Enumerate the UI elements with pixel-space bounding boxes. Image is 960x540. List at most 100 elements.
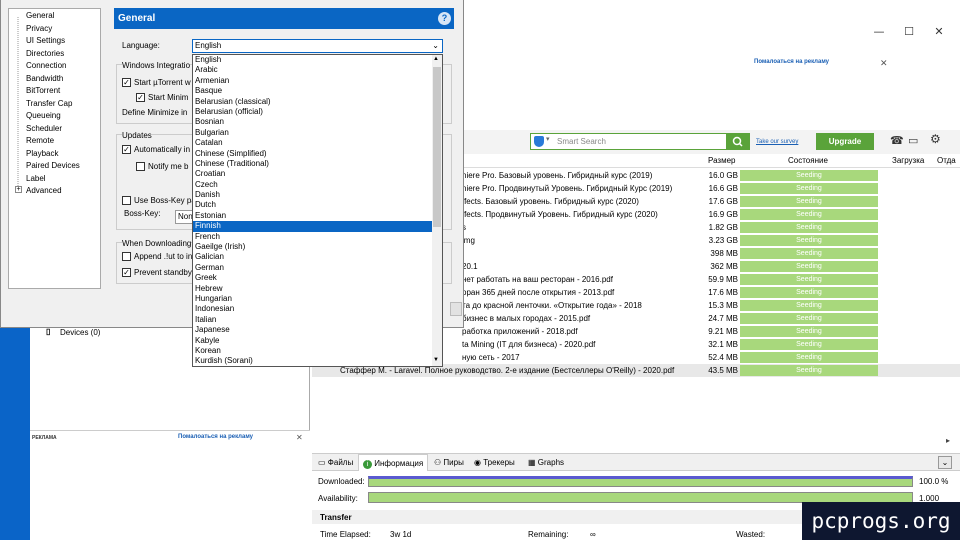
tree-item-privacy[interactable]: Privacy: [26, 24, 52, 33]
dialog-button-edge[interactable]: [450, 302, 462, 316]
language-option[interactable]: Danish: [193, 190, 442, 200]
language-option[interactable]: Bulgarian: [193, 128, 442, 138]
language-option[interactable]: Gaeilge (Irish): [193, 242, 442, 252]
tree-item-bittorrent[interactable]: BitTorrent: [26, 86, 60, 95]
scroll-up-icon[interactable]: ▲: [433, 56, 439, 62]
dropdown-scroll-thumb[interactable]: [433, 67, 441, 227]
tree-item-general[interactable]: General: [26, 11, 54, 20]
tree-item-transfer-cap[interactable]: Transfer Cap: [26, 99, 72, 108]
help-icon[interactable]: ?: [438, 12, 451, 25]
remote-icon[interactable]: ☎: [890, 134, 904, 147]
scroll-down-icon[interactable]: ▼: [433, 357, 439, 363]
column-size[interactable]: Размер: [708, 156, 736, 165]
panel-header: General: [114, 8, 454, 29]
scroll-right-icon[interactable]: ▸: [946, 436, 950, 445]
notify-label: Notify me b: [148, 162, 189, 171]
language-option[interactable]: Estonian: [193, 211, 442, 221]
language-option[interactable]: Finnish: [193, 221, 442, 232]
gear-icon[interactable]: ⚙: [930, 132, 941, 146]
prevent-standby-checkbox[interactable]: ✓: [122, 268, 131, 277]
language-option[interactable]: Basque: [193, 86, 442, 96]
search-dropdown-icon[interactable]: ▾: [546, 135, 550, 143]
ad-close-left-icon[interactable]: ✕: [296, 433, 303, 442]
language-option[interactable]: French: [193, 232, 442, 242]
language-option[interactable]: Greek: [193, 273, 442, 283]
language-option[interactable]: Japanese: [193, 325, 442, 335]
language-option[interactable]: Belarusian (classical): [193, 97, 442, 107]
tree-item-bandwidth[interactable]: Bandwidth: [26, 74, 63, 83]
tree-item-connection[interactable]: Connection: [26, 61, 66, 70]
tree-item-advanced[interactable]: Advanced: [26, 186, 62, 195]
torrent-name: niere Pro. Продвинутый Уровень. Гибридны…: [462, 184, 673, 193]
tab-graphs[interactable]: ▦ Graphs: [524, 454, 568, 471]
folder-icon: ▭: [318, 458, 326, 467]
language-option[interactable]: Croatian: [193, 169, 442, 179]
language-option[interactable]: Hebrew: [193, 284, 442, 294]
upgrade-button[interactable]: Upgrade: [816, 133, 874, 150]
tree-item-ui-settings[interactable]: UI Settings: [26, 36, 65, 45]
torrent-name: ffects. Базовый уровень. Гибридный курс …: [462, 197, 639, 206]
monitor-icon[interactable]: ▭: [908, 134, 918, 147]
language-option[interactable]: Czech: [193, 180, 442, 190]
language-option[interactable]: Chinese (Simplified): [193, 149, 442, 159]
tree-item-label[interactable]: Label: [26, 174, 46, 183]
language-option[interactable]: Arabic: [193, 65, 442, 75]
expand-advanced-icon[interactable]: +: [15, 186, 22, 193]
tree-item-playback[interactable]: Playback: [26, 149, 58, 158]
notify-checkbox[interactable]: [136, 162, 145, 171]
language-select[interactable]: English ⌄: [192, 39, 443, 53]
append-checkbox[interactable]: [122, 252, 131, 261]
downloaded-value: 100.0 %: [919, 477, 949, 486]
tree-item-scheduler[interactable]: Scheduler: [26, 124, 62, 133]
ad-close-icon[interactable]: ✕: [880, 58, 888, 69]
graphs-icon: ▦: [528, 458, 536, 467]
language-option[interactable]: Chinese (Traditional): [193, 159, 442, 169]
column-give[interactable]: Отда: [937, 156, 956, 165]
devices-item[interactable]: Devices (0): [60, 328, 100, 337]
language-option[interactable]: Kabyle: [193, 336, 442, 346]
language-option[interactable]: English: [193, 55, 442, 65]
language-option[interactable]: Dutch: [193, 200, 442, 210]
collapse-details-button[interactable]: ⌄: [938, 456, 952, 469]
tab-trackers[interactable]: ◉ Трекеры: [470, 454, 519, 471]
tab-peers[interactable]: ⚇ Пиры: [430, 454, 468, 471]
status-badge: Seeding: [740, 196, 878, 207]
table-empty-area: [312, 381, 960, 453]
tab-files[interactable]: ▭ Файлы: [314, 454, 357, 471]
language-label: Language:: [122, 41, 160, 50]
boss-key-checkbox[interactable]: [122, 196, 131, 205]
ad-link-top[interactable]: Помалоаться на рекламу: [754, 59, 829, 65]
ad-link-left[interactable]: Помалоаться на рекламу: [178, 434, 253, 440]
start-minimized-checkbox[interactable]: ✓: [136, 93, 145, 102]
smart-search-box[interactable]: ▾ Smart Search: [530, 133, 750, 150]
tree-item-paired-devices[interactable]: Paired Devices: [26, 161, 80, 170]
language-option[interactable]: Italian: [193, 315, 442, 325]
minimize-button[interactable]: —: [864, 22, 894, 42]
search-button[interactable]: [726, 133, 750, 150]
column-status[interactable]: Состояние: [788, 156, 828, 165]
tree-item-remote[interactable]: Remote: [26, 136, 54, 145]
status-badge: Seeding: [740, 274, 878, 285]
auto-update-checkbox[interactable]: ✓: [122, 145, 131, 154]
language-option[interactable]: Galician: [193, 252, 442, 262]
start-utorrent-checkbox[interactable]: ✓: [122, 78, 131, 87]
tab-trackers-label: Трекеры: [483, 458, 515, 467]
tab-info[interactable]: i Информация: [358, 454, 429, 471]
language-option[interactable]: Bosnian: [193, 117, 442, 127]
column-upload[interactable]: Загрузка: [892, 156, 924, 165]
maximize-button[interactable]: ☐: [894, 22, 924, 42]
language-option[interactable]: Armenian: [193, 76, 442, 86]
torrent-size: 32.1 MB: [708, 340, 738, 349]
language-option[interactable]: German: [193, 263, 442, 273]
language-option[interactable]: Belarusian (official): [193, 107, 442, 117]
close-button[interactable]: ✕: [924, 22, 954, 42]
language-option[interactable]: Hungarian: [193, 294, 442, 304]
language-option[interactable]: Kurdish (Sorani): [193, 356, 442, 366]
language-option[interactable]: Korean: [193, 346, 442, 356]
language-option[interactable]: Catalan: [193, 138, 442, 148]
language-dropdown-list[interactable]: English Arabic Armenian Basque Belarusian (c…: [192, 54, 443, 367]
tree-item-queueing[interactable]: Queueing: [26, 111, 61, 120]
language-option[interactable]: Indonesian: [193, 304, 442, 314]
survey-link[interactable]: Take our survey: [756, 139, 798, 145]
tree-item-directories[interactable]: Directories: [26, 49, 64, 58]
